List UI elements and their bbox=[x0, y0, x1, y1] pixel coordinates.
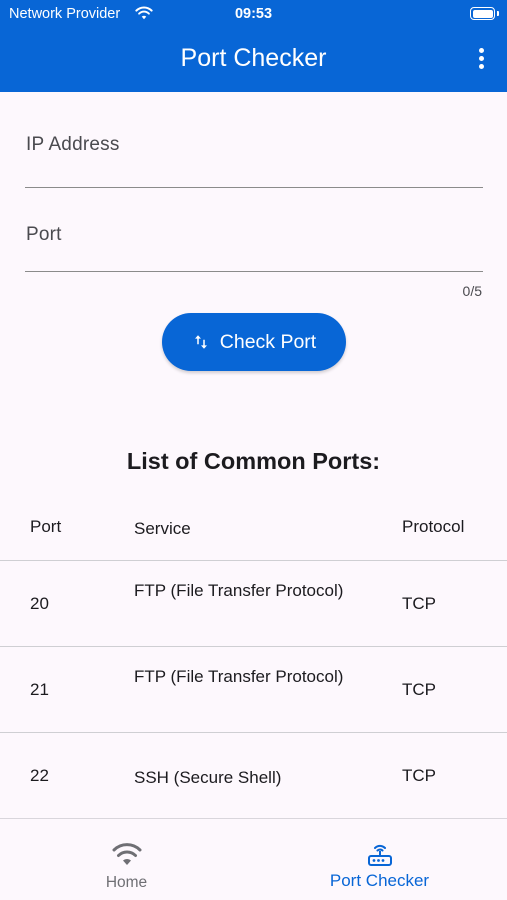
ports-table: Port Service Protocol 20 FTP (File Trans… bbox=[0, 492, 507, 819]
table-header: Port Service Protocol bbox=[0, 492, 507, 561]
row-protocol: TCP bbox=[402, 766, 436, 785]
port-char-counter: 0/5 bbox=[462, 283, 482, 299]
battery-icon bbox=[470, 7, 495, 20]
header-protocol: Protocol bbox=[402, 517, 465, 536]
row-port: 20 bbox=[30, 594, 49, 613]
row-service: FTP (File Transfer Protocol) bbox=[134, 581, 344, 600]
row-port: 21 bbox=[30, 680, 49, 699]
header-port: Port bbox=[30, 517, 62, 536]
ip-address-label: IP Address bbox=[26, 134, 120, 155]
row-service: FTP (File Transfer Protocol) bbox=[134, 667, 344, 686]
nav-label-port-checker: Port Checker bbox=[329, 871, 430, 890]
check-port-button[interactable]: Check Port bbox=[162, 313, 346, 371]
table-row: 20 FTP (File Transfer Protocol) TCP bbox=[0, 561, 507, 647]
battery-tip bbox=[497, 11, 499, 16]
swap-vert-icon bbox=[194, 335, 207, 349]
ip-address-field[interactable]: IP Address bbox=[25, 110, 483, 188]
row-protocol: TCP bbox=[402, 680, 436, 699]
wifi-icon bbox=[112, 843, 142, 865]
ports-list-title: List of Common Ports: bbox=[126, 448, 381, 474]
page-title: Port Checker bbox=[180, 44, 327, 72]
row-port: 22 bbox=[30, 766, 49, 785]
app-bar: Network Provider 09:53 Port Checker bbox=[0, 0, 507, 92]
status-bar: Network Provider 09:53 bbox=[0, 0, 507, 28]
check-port-label: Check Port bbox=[219, 330, 317, 353]
header-service: Service bbox=[134, 519, 191, 538]
status-time: 09:53 bbox=[234, 6, 273, 22]
bottom-navigation: Home Port Checker bbox=[0, 818, 507, 900]
router-icon bbox=[368, 844, 392, 866]
nav-item-home[interactable]: Home bbox=[0, 819, 253, 900]
nav-label-home: Home bbox=[105, 874, 148, 891]
row-service: SSH (Secure Shell) bbox=[134, 768, 282, 787]
table-row: 22 SSH (Secure Shell) TCP bbox=[0, 733, 507, 819]
table-row: 21 FTP (File Transfer Protocol) TCP bbox=[0, 647, 507, 733]
port-field[interactable]: Port bbox=[25, 200, 483, 272]
nav-item-port-checker[interactable]: Port Checker bbox=[253, 819, 506, 900]
more-vert-icon[interactable] bbox=[479, 48, 485, 70]
port-label: Port bbox=[26, 224, 62, 245]
row-protocol: TCP bbox=[402, 594, 436, 613]
